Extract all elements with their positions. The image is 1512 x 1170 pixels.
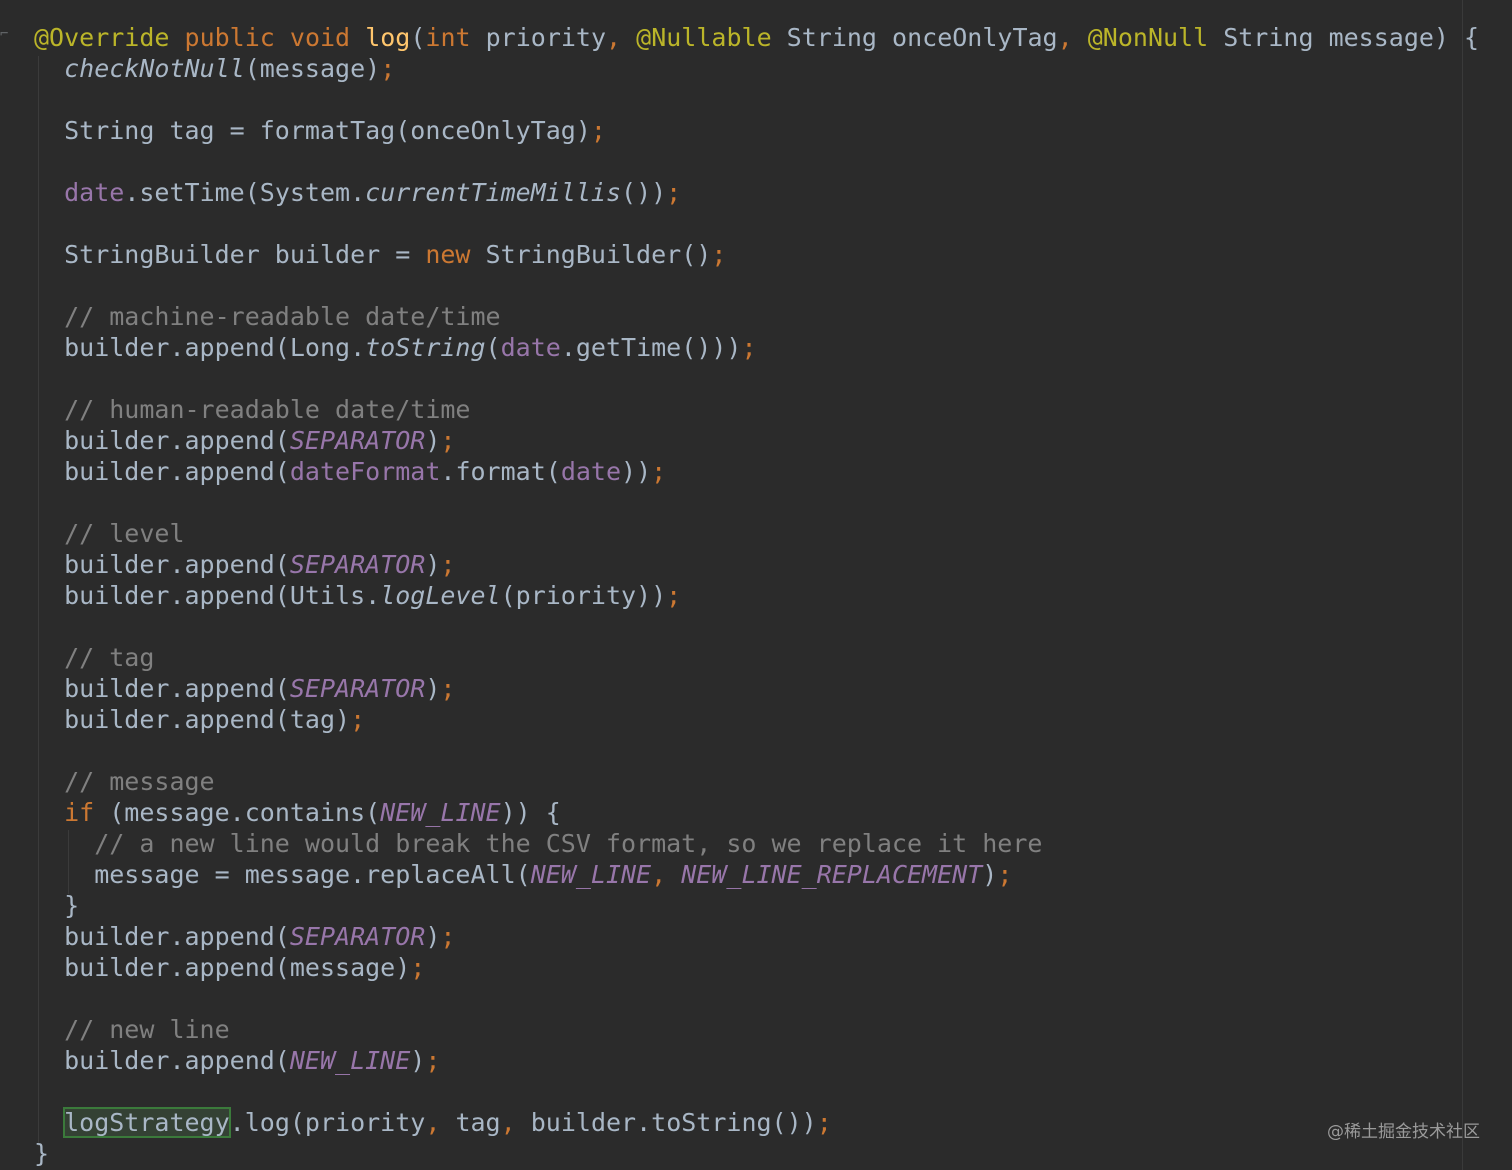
code-line[interactable]: StringBuilder builder = new StringBuilde… — [64, 239, 726, 270]
code-editor[interactable]: ⌐ @Override public void log(int priority… — [0, 0, 1512, 1170]
code-line[interactable]: // a new line would break the CSV format… — [94, 828, 1042, 859]
code-line[interactable]: // machine-readable date/time — [64, 301, 501, 332]
code-line[interactable]: builder.append(SEPARATOR); — [64, 425, 455, 456]
code-line[interactable]: builder.append(message); — [64, 952, 425, 983]
code-text[interactable]: @Override public void log(int priority, … — [0, 0, 1479, 1170]
code-line[interactable]: // message — [64, 766, 215, 797]
right-margin-guide — [1462, 0, 1463, 1170]
code-line[interactable]: builder.append(SEPARATOR); — [64, 921, 455, 952]
code-line[interactable]: message = message.replaceAll(NEW_LINE, N… — [94, 859, 1012, 890]
code-line[interactable]: builder.append(SEPARATOR); — [64, 673, 455, 704]
code-line[interactable]: // new line — [64, 1014, 230, 1045]
code-line[interactable]: // tag — [64, 642, 154, 673]
code-line[interactable]: date.setTime(System.currentTimeMillis())… — [64, 177, 681, 208]
code-line[interactable]: builder.append(Long.toString(date.getTim… — [64, 332, 756, 363]
code-line[interactable]: if (message.contains(NEW_LINE)) { — [64, 797, 561, 828]
code-line[interactable]: } — [64, 890, 79, 921]
code-line[interactable]: // level — [64, 518, 184, 549]
code-line[interactable]: checkNotNull(message); — [64, 53, 395, 84]
code-line[interactable]: builder.append(dateFormat.format(date)); — [64, 456, 666, 487]
code-line[interactable]: builder.append(Utils.logLevel(priority))… — [64, 580, 681, 611]
code-line[interactable]: // human-readable date/time — [64, 394, 470, 425]
code-line[interactable]: } — [34, 1138, 49, 1169]
code-line[interactable]: logStrategy.log(priority, tag, builder.t… — [63, 1107, 832, 1138]
code-line[interactable]: @Override public void log(int priority, … — [34, 22, 1479, 53]
code-line[interactable]: builder.append(NEW_LINE); — [64, 1045, 440, 1076]
watermark: @稀土掘金技术社区 — [1327, 1122, 1480, 1142]
code-line[interactable]: builder.append(SEPARATOR); — [64, 549, 455, 580]
code-line[interactable]: builder.append(tag); — [64, 704, 365, 735]
code-line[interactable]: String tag = formatTag(onceOnlyTag); — [64, 115, 606, 146]
